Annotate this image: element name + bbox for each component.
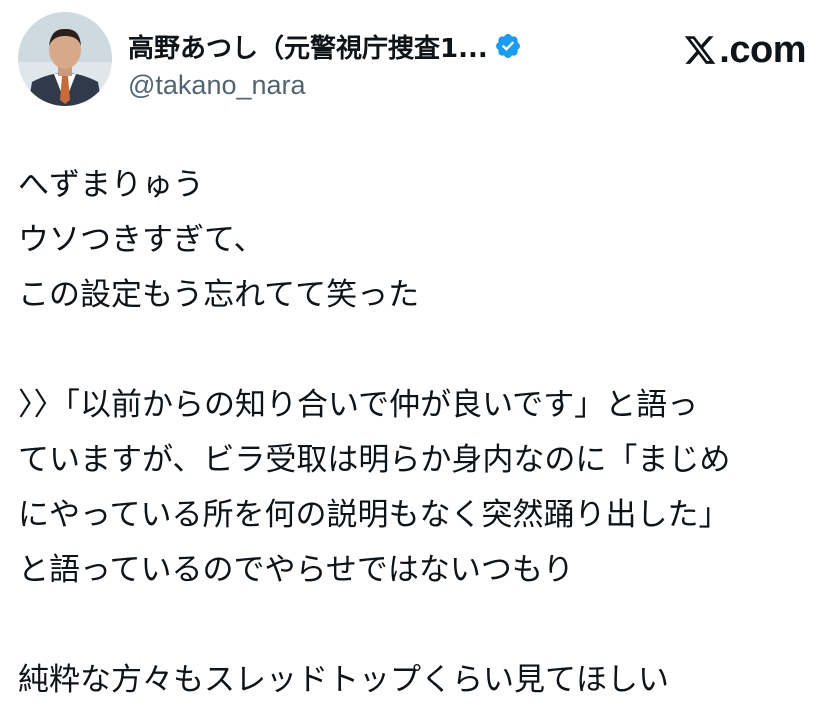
avatar[interactable] [18, 12, 112, 106]
tweet-line: 〉〉「以前からの知り合いで仲が良いです」と語っ [18, 387, 699, 423]
tweet-line: へずまりゅう [18, 167, 204, 203]
tweet-line: 純粋な方々もスレッドトップくらい見てほしい [18, 662, 669, 698]
tweet-header: 高野あつし（元警視庁捜査1... @takano_nara .com [18, 12, 810, 108]
tweet-line: にやっている所を何の説明もなく突然踊り出した」 [18, 497, 730, 533]
tweet-line: ていますが、ビラ受取は明らか身内なのに「まじめ [18, 442, 731, 478]
x-logo-icon [682, 33, 718, 67]
tweet-line: ウソつきすぎて、 [18, 222, 265, 258]
tweet-line: と語っているのでやらせではないつもり [18, 552, 574, 588]
tweet-line: この設定もう忘れてて笑った [18, 277, 420, 313]
avatar-image [18, 12, 112, 106]
name-row: 高野あつし（元警視庁捜査1... [128, 26, 522, 66]
brand-logo: .com [682, 28, 806, 72]
display-name[interactable]: 高野あつし（元警視庁捜査1... [128, 28, 488, 65]
verified-badge-icon [494, 32, 522, 60]
tweet-text: へずまりゅう ウソつきすぎて、 この設定もう忘れてて笑った 〉〉「以前からの知り… [18, 158, 818, 708]
user-handle[interactable]: @takano_nara [128, 70, 306, 101]
brand-text: .com [719, 28, 806, 71]
